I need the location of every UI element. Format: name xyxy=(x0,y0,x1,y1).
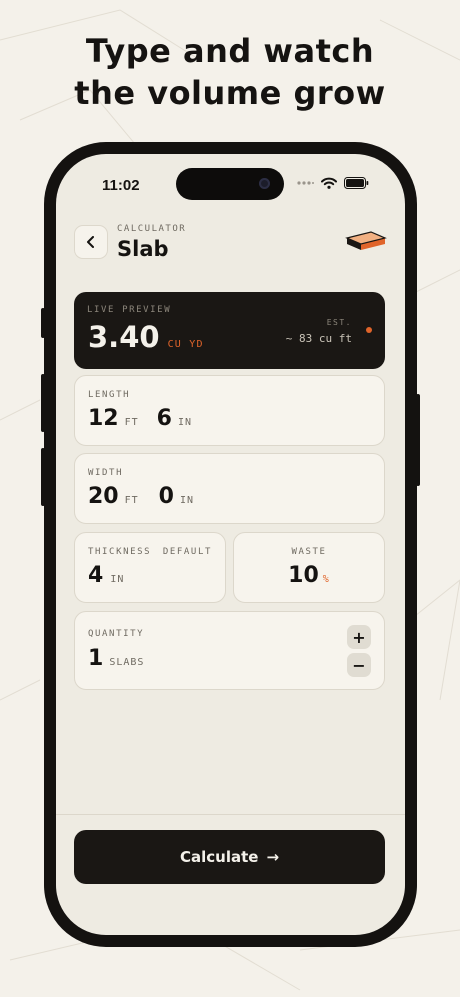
width-inches-unit: IN xyxy=(179,495,195,506)
waste-value[interactable]: 10 xyxy=(288,563,319,588)
live-preview-label: LIVE PREVIEW xyxy=(87,305,172,315)
width-feet-unit: FT xyxy=(124,495,139,506)
width-inches-value[interactable]: 0 xyxy=(159,484,174,509)
signal-dots-icon xyxy=(297,181,314,185)
slab-icon xyxy=(345,231,387,250)
width-value-row: 20 FT 0 IN xyxy=(88,484,194,509)
dynamic-island xyxy=(176,168,284,200)
quantity-label: QUANTITY xyxy=(88,629,145,639)
length-label: LENGTH xyxy=(88,390,131,400)
battery-icon xyxy=(344,177,369,189)
camera-icon xyxy=(259,178,270,189)
thickness-field[interactable]: THICKNESS DEFAULT 4 IN xyxy=(74,532,226,603)
promo-headline: Type and watch the volume grow xyxy=(0,30,460,114)
arrow-right-icon: → xyxy=(266,848,280,866)
thickness-label: THICKNESS xyxy=(88,547,152,557)
width-field[interactable]: WIDTH 20 FT 0 IN xyxy=(74,453,385,524)
length-value-row: 12 FT 6 IN xyxy=(88,406,192,431)
length-inches-value[interactable]: 6 xyxy=(157,406,172,431)
width-feet-value[interactable]: 20 xyxy=(88,484,119,509)
headline-line-2: the volume grow xyxy=(74,74,386,112)
chevron-left-icon xyxy=(87,236,94,248)
length-field[interactable]: LENGTH 12 FT 6 IN xyxy=(74,375,385,446)
phone-action-button xyxy=(41,308,45,338)
page-title: Slab xyxy=(117,237,169,261)
nav-kicker: CALCULATOR xyxy=(117,224,187,234)
calculate-button-label: Calculate xyxy=(179,848,259,866)
quantity-increment-button[interactable]: + xyxy=(347,625,371,649)
calculate-button[interactable]: Calculate → xyxy=(74,830,385,884)
wifi-icon xyxy=(321,177,337,189)
length-inches-unit: IN xyxy=(177,417,193,428)
status-time: 11:02 xyxy=(102,177,140,194)
width-label: WIDTH xyxy=(88,468,124,478)
waste-label: WASTE xyxy=(291,547,327,557)
live-indicator-dot xyxy=(366,327,372,333)
app-screen: 11:02 CALCULATOR Slab LIVE PREVIEW 3.40 … xyxy=(56,154,405,935)
phone-volume-down xyxy=(41,448,45,506)
live-preview-card: LIVE PREVIEW 3.40 CU YD EST. ~ 83 cu ft xyxy=(74,292,385,369)
live-preview-value: 3.40 xyxy=(88,320,160,354)
thickness-value[interactable]: 4 xyxy=(88,563,103,588)
length-feet-unit: FT xyxy=(124,417,139,428)
thickness-value-row: 4 IN xyxy=(88,563,124,588)
footer-divider xyxy=(56,814,405,815)
waste-field[interactable]: WASTE 10 % xyxy=(233,532,385,603)
back-button[interactable] xyxy=(74,225,108,259)
length-feet-value[interactable]: 12 xyxy=(88,406,119,431)
headline-line-1: Type and watch xyxy=(85,32,375,70)
thickness-default-tag: DEFAULT xyxy=(162,547,212,557)
quantity-decrement-button[interactable]: − xyxy=(347,653,371,677)
quantity-value[interactable]: 1 xyxy=(88,646,103,671)
phone-power-button xyxy=(416,394,420,486)
quantity-value-row: 1 SLABS xyxy=(88,646,144,671)
nav-header: CALCULATOR Slab xyxy=(74,222,387,270)
status-icons xyxy=(296,177,369,189)
quantity-unit: SLABS xyxy=(109,657,145,668)
phone-volume-up xyxy=(41,374,45,432)
waste-unit: % xyxy=(322,574,330,585)
estimate-value: ~ 83 cu ft xyxy=(285,332,352,345)
thickness-unit: IN xyxy=(110,574,125,585)
estimate-label: EST. xyxy=(326,318,352,327)
phone-frame: 11:02 CALCULATOR Slab LIVE PREVIEW 3.40 … xyxy=(41,142,420,947)
live-preview-unit: CU YD xyxy=(167,339,204,350)
status-bar: 11:02 xyxy=(56,154,405,214)
live-preview-value-row: 3.40 CU YD xyxy=(88,320,204,354)
waste-value-row: 10 % xyxy=(234,563,384,588)
quantity-field: QUANTITY 1 SLABS + − xyxy=(74,611,385,690)
